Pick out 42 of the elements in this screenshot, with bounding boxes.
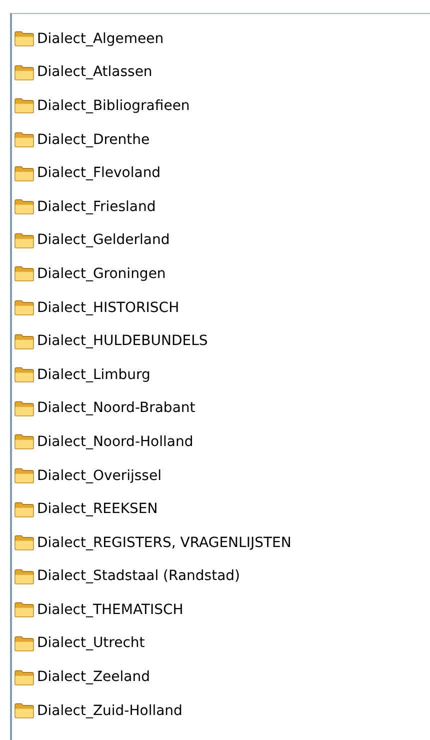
folder-name[interactable]: Dialect_Gelderland xyxy=(37,232,170,248)
folder-icon xyxy=(14,265,35,282)
folder-icon xyxy=(14,702,35,720)
folder-name[interactable]: Dialect_REEKSEN xyxy=(37,501,158,518)
folder-name[interactable]: Dialect_Flevoland xyxy=(37,165,161,182)
folder-name[interactable]: Dialect_Stadstaal (Randstad) xyxy=(37,568,240,584)
folder-name[interactable]: Dialect_REGISTERS, VRAGENLIJSTEN xyxy=(37,534,292,551)
folder-icon xyxy=(14,97,35,114)
folder-icon xyxy=(14,433,35,450)
folder-icon xyxy=(14,467,35,484)
folder-icon xyxy=(14,299,35,316)
folder-icon xyxy=(14,131,35,148)
folder-name[interactable]: Dialect_Friesland xyxy=(37,198,156,215)
folder-name[interactable]: Dialect_THEMATISCH xyxy=(37,602,184,618)
folder-icon xyxy=(14,668,35,686)
folder-name[interactable]: Dialect_HISTORISCH xyxy=(37,300,180,316)
folder-icon xyxy=(14,568,35,585)
folder-icon xyxy=(14,366,35,384)
folder-name[interactable]: Dialect_Noord-Brabant xyxy=(37,400,196,416)
folder-name[interactable]: Dialect_Bibliografieen xyxy=(37,98,190,114)
folder-name[interactable]: Dialect_Algemeen xyxy=(37,30,164,47)
folder-icon xyxy=(14,332,35,350)
folder-name[interactable]: Dialect_Overijssel xyxy=(37,468,162,484)
folder-icon xyxy=(14,164,35,182)
folder-name[interactable]: Dialect_Drenthe xyxy=(37,132,150,148)
folder-name[interactable]: Dialect_Noord-Holland xyxy=(37,434,194,450)
folder-name[interactable]: Dialect_Groningen xyxy=(37,266,166,282)
folder-name[interactable]: Dialect_Zuid-Holland xyxy=(37,702,182,719)
folder-name[interactable]: Dialect_Utrecht xyxy=(37,635,145,652)
folder-icon xyxy=(14,601,35,618)
folder-icon xyxy=(14,534,35,552)
folder-name[interactable]: Dialect_Zeeland xyxy=(37,669,150,686)
folder-icon xyxy=(14,64,35,81)
folder-icon xyxy=(14,232,35,249)
folder-icon xyxy=(14,198,35,216)
folder-name[interactable]: Dialect_HULDEBUNDELS xyxy=(37,333,208,350)
folder-icon xyxy=(14,634,35,652)
folder-icon xyxy=(14,400,35,417)
folder-name[interactable]: Dialect_Atlassen xyxy=(37,64,152,80)
folder-icon xyxy=(14,500,35,518)
folder-name[interactable]: Dialect_Limburg xyxy=(37,366,150,383)
folder-icon xyxy=(14,30,35,48)
